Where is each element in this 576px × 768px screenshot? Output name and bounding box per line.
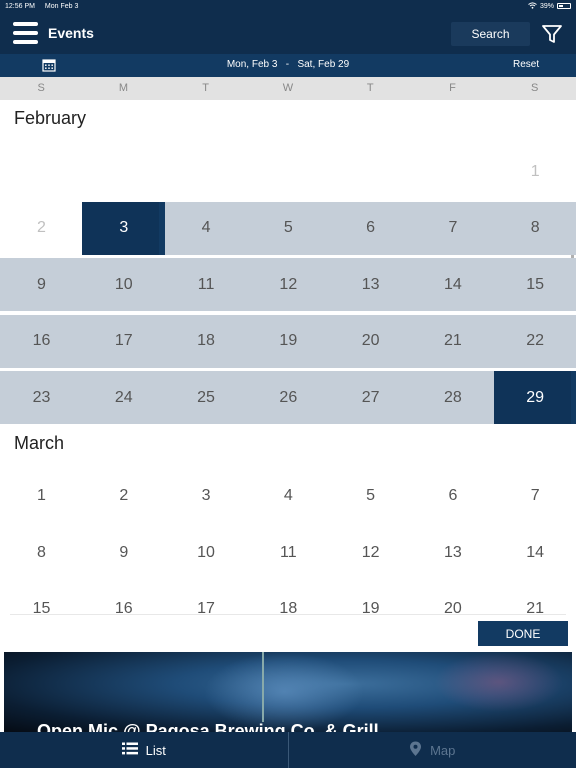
calendar-day[interactable]: 19: [329, 583, 412, 615]
calendar-day[interactable]: 14: [494, 526, 576, 579]
calendar-day[interactable]: 17: [82, 314, 166, 368]
calendar-day[interactable]: 23: [0, 371, 83, 424]
event-image: [262, 652, 264, 722]
range-separator: -: [285, 59, 290, 70]
tab-map-label: Map: [430, 742, 456, 758]
status-time: 12:56 PM: [5, 2, 35, 10]
calendar-day[interactable]: 18: [247, 583, 330, 615]
tab-list-label: List: [145, 742, 166, 758]
calendar-day[interactable]: 19: [246, 314, 330, 368]
calendar-day[interactable]: 11: [247, 526, 330, 579]
date-range-bar: Mon, Feb 3 - Sat, Feb 29 Reset: [0, 54, 576, 77]
filter-icon[interactable]: [541, 23, 563, 45]
map-pin-icon: [409, 741, 422, 760]
calendar-day[interactable]: 22: [493, 314, 576, 368]
calendar-day[interactable]: 9: [82, 526, 165, 579]
calendar-day[interactable]: 4: [247, 470, 330, 523]
calendar-day[interactable]: 2: [82, 470, 165, 523]
calendar-day[interactable]: 15: [493, 258, 576, 311]
calendar-day[interactable]: 5: [246, 201, 330, 255]
event-title: Open Mic @ Pagosa Brewing Co. & Grill: [37, 721, 379, 732]
calendar-day[interactable]: 8: [493, 201, 576, 255]
calendar-day[interactable]: 13: [411, 526, 494, 579]
calendar-day[interactable]: 26: [246, 371, 330, 424]
calendar-day[interactable]: 14: [411, 258, 495, 311]
weekday-label: M: [118, 82, 128, 94]
calendar-day[interactable]: 18: [164, 314, 248, 368]
calendar-day[interactable]: 1: [0, 470, 83, 523]
date-range-text: Mon, Feb 3 - Sat, Feb 29: [0, 59, 576, 70]
calendar-day[interactable]: 7: [411, 201, 495, 255]
calendar-day[interactable]: 27: [329, 371, 413, 424]
search-button[interactable]: Search: [451, 22, 530, 46]
page-title: Events: [48, 25, 94, 41]
calendar-day[interactable]: 3: [165, 470, 248, 523]
header: Events Search: [0, 12, 576, 54]
weekday-label: T: [202, 82, 210, 94]
tab-map[interactable]: Map: [289, 732, 576, 768]
calendar-day[interactable]: 10: [165, 526, 248, 579]
tab-bar: List Map: [0, 732, 576, 768]
calendar-day[interactable]: 17: [165, 583, 248, 615]
calendar-day[interactable]: 5: [329, 470, 412, 523]
calendar-day[interactable]: 6: [411, 470, 494, 523]
calendar-day[interactable]: 8: [0, 526, 83, 579]
done-button[interactable]: DONE: [478, 621, 568, 646]
calendar-day[interactable]: 13: [329, 258, 413, 311]
wifi-icon: [528, 1, 537, 11]
list-icon: [121, 742, 138, 758]
weekday-label: W: [282, 82, 294, 94]
weekday-label: S: [37, 82, 45, 94]
reset-button[interactable]: Reset: [513, 59, 539, 70]
calendar-day[interactable]: 12: [246, 258, 330, 311]
calendar-day[interactable]: 15: [0, 583, 83, 615]
calendar-day[interactable]: 28: [411, 371, 495, 424]
weekday-label: T: [366, 82, 374, 94]
battery-percent: 39%: [539, 2, 554, 10]
calendar-day[interactable]: 1: [494, 145, 576, 198]
calendar-day[interactable]: 7: [494, 470, 576, 523]
calendar-day[interactable]: 16: [0, 314, 83, 368]
status-date: Mon Feb 3: [44, 2, 79, 10]
battery-icon: [557, 3, 571, 9]
month-label: March: [14, 432, 65, 453]
calendar-day[interactable]: 2: [0, 202, 83, 255]
calendar-day[interactable]: 12: [329, 526, 412, 579]
calendar-day[interactable]: 10: [82, 258, 166, 311]
calendar-day[interactable]: 21: [411, 314, 495, 368]
calendar-day[interactable]: 20: [329, 314, 413, 368]
weekday-label: S: [531, 82, 539, 94]
calendar-day[interactable]: 3: [82, 201, 166, 255]
calendar-day[interactable]: 6: [329, 201, 413, 255]
calendar-day[interactable]: 9: [0, 258, 83, 311]
calendar-day[interactable]: 29: [493, 371, 576, 424]
calendar-day[interactable]: 24: [82, 371, 166, 424]
calendar-day[interactable]: 21: [494, 583, 576, 615]
calendar-day[interactable]: 16: [82, 583, 165, 615]
weekday-header: S M T W T F S: [0, 77, 576, 100]
menu-icon[interactable]: [13, 22, 38, 44]
calendar-grid: February 1 2 3 4 5 6 7 8 9 10 11 12 13 14 15 16 17 18 19 20 2…: [0, 100, 576, 615]
calendar-divider: [10, 614, 566, 615]
event-card[interactable]: Open Mic @ Pagosa Brewing Co. & Grill: [4, 652, 572, 732]
month-label: February: [14, 108, 87, 128]
tab-list[interactable]: List: [0, 732, 289, 768]
calendar-day[interactable]: 4: [164, 201, 248, 255]
calendar-day[interactable]: 25: [164, 371, 248, 424]
range-start: Mon, Feb 3: [226, 59, 278, 70]
calendar-day[interactable]: 20: [411, 583, 494, 615]
status-bar: 12:56 PM Mon Feb 3 39%: [0, 0, 576, 12]
range-end: Sat, Feb 29: [297, 59, 350, 70]
calendar-day[interactable]: 11: [164, 258, 248, 311]
weekday-label: F: [449, 82, 456, 94]
